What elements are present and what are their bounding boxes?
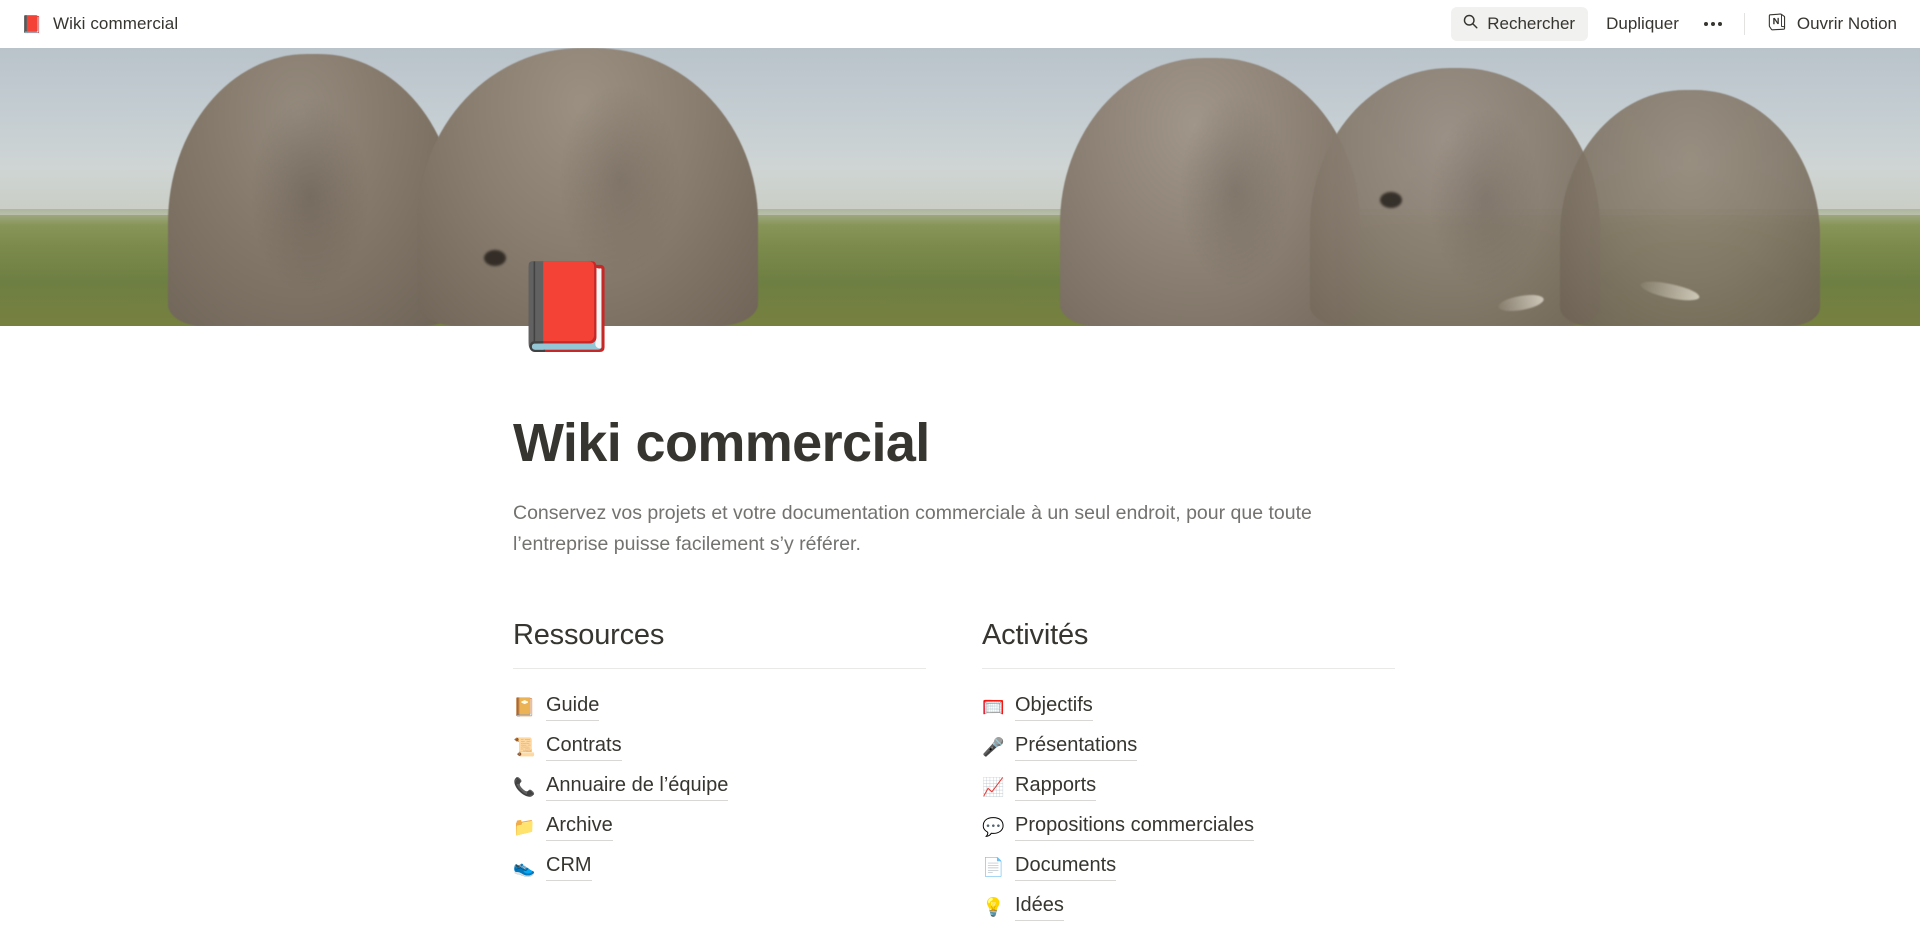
elephant-ear-detail-2: [560, 86, 680, 276]
list-item-contrats[interactable]: 📜 Contrats: [513, 727, 926, 767]
elephant-ear-detail-4: [1430, 110, 1540, 290]
list-item-label: Documents: [1015, 853, 1117, 881]
column-activites: Activités 🥅 Objectifs 🎤 Présentations 📈 …: [982, 619, 1395, 927]
light-bulb-icon: 💡: [982, 896, 1005, 917]
list-item-label: Rapports: [1015, 773, 1097, 801]
toolbar-divider: [1743, 13, 1745, 35]
microphone-icon: 🎤: [982, 736, 1005, 757]
elephant-eye-2: [1380, 192, 1402, 208]
list-item-idees[interactable]: 💡 Idées: [982, 887, 1395, 927]
column-divider-ressources: [513, 667, 926, 669]
topbar-left-group: 📕 Wiki commercial: [21, 14, 178, 34]
search-icon: [1462, 13, 1479, 35]
duplicate-button[interactable]: Dupliquer: [1594, 8, 1691, 40]
list-item-documents[interactable]: 📄 Documents: [982, 847, 1395, 887]
dot-3: [1717, 22, 1722, 26]
list-item-label: Archive: [546, 813, 613, 841]
open-notion-button[interactable]: Ouvrir Notion: [1758, 6, 1906, 42]
list-item-objectifs[interactable]: 🥅 Objectifs: [982, 687, 1395, 727]
notebook-icon: 📔: [513, 696, 536, 717]
more-options-button[interactable]: [1693, 12, 1733, 36]
elephant-ear-detail-1: [250, 96, 370, 296]
folder-icon: 📁: [513, 816, 536, 837]
breadcrumb-page-title[interactable]: Wiki commercial: [53, 14, 178, 34]
chart-increasing-icon: 📈: [982, 776, 1005, 797]
list-item-label: Propositions commerciales: [1015, 813, 1254, 841]
column-heading-ressources: Ressources: [513, 618, 665, 651]
list-item-crm[interactable]: 👟 CRM: [513, 847, 926, 887]
list-item-label: Guide: [546, 693, 600, 721]
column-divider-activites: [982, 667, 1395, 669]
search-label: Rechercher: [1487, 14, 1576, 33]
list-item-label: Annuaire de l’équipe: [546, 773, 729, 801]
goal-net-icon: 🥅: [982, 696, 1005, 717]
page-title: Wiki commercial: [513, 413, 930, 473]
list-item-annuaire-equipe[interactable]: 📞 Annuaire de l’équipe: [513, 767, 926, 807]
list-item-guide[interactable]: 📔 Guide: [513, 687, 926, 727]
link-columns: Ressources 📔 Guide 📜 Contrats 📞 Annuaire…: [513, 619, 1873, 927]
cover-image[interactable]: [0, 48, 1920, 326]
notion-logo-icon: [1767, 11, 1788, 37]
list-item-label: CRM: [546, 853, 592, 881]
list-item-presentations[interactable]: 🎤 Présentations: [982, 727, 1395, 767]
dot-2: [1710, 22, 1715, 26]
elephant-eye-1: [484, 250, 506, 266]
list-item-rapports[interactable]: 📈 Rapports: [982, 767, 1395, 807]
column-ressources: Ressources 📔 Guide 📜 Contrats 📞 Annuaire…: [513, 619, 926, 927]
open-notion-label: Ouvrir Notion: [1796, 14, 1897, 33]
topbar-right-group: Rechercher Dupliquer Ouvrir Notion: [1451, 6, 1906, 42]
list-item-label: Idées: [1015, 893, 1064, 921]
list-item-propositions-commerciales[interactable]: 💬 Propositions commerciales: [982, 807, 1395, 847]
page-description: Conservez vos projets et votre documenta…: [513, 502, 1312, 555]
dot-1: [1703, 22, 1708, 26]
telephone-receiver-icon: 📞: [513, 776, 536, 797]
list-item-label: Objectifs: [1015, 693, 1093, 721]
page-content: Wiki commercial Conservez vos projets et…: [513, 326, 1873, 927]
list-item-label: Présentations: [1015, 733, 1138, 761]
document-page-icon: 📄: [982, 856, 1005, 877]
running-shoe-icon: 👟: [513, 856, 536, 877]
scroll-icon: 📜: [513, 736, 536, 757]
list-item-label: Contrats: [546, 733, 622, 761]
closed-book-icon: 📕: [21, 14, 43, 34]
elephant-ear-detail-3: [1180, 96, 1290, 286]
list-item-archive[interactable]: 📁 Archive: [513, 807, 926, 847]
search-button[interactable]: Rechercher: [1451, 7, 1589, 41]
speech-balloon-icon: 💬: [982, 816, 1005, 837]
top-bar: 📕 Wiki commercial Rechercher Dupliquer O…: [0, 0, 1920, 48]
column-heading-activites: Activités: [982, 618, 1089, 651]
